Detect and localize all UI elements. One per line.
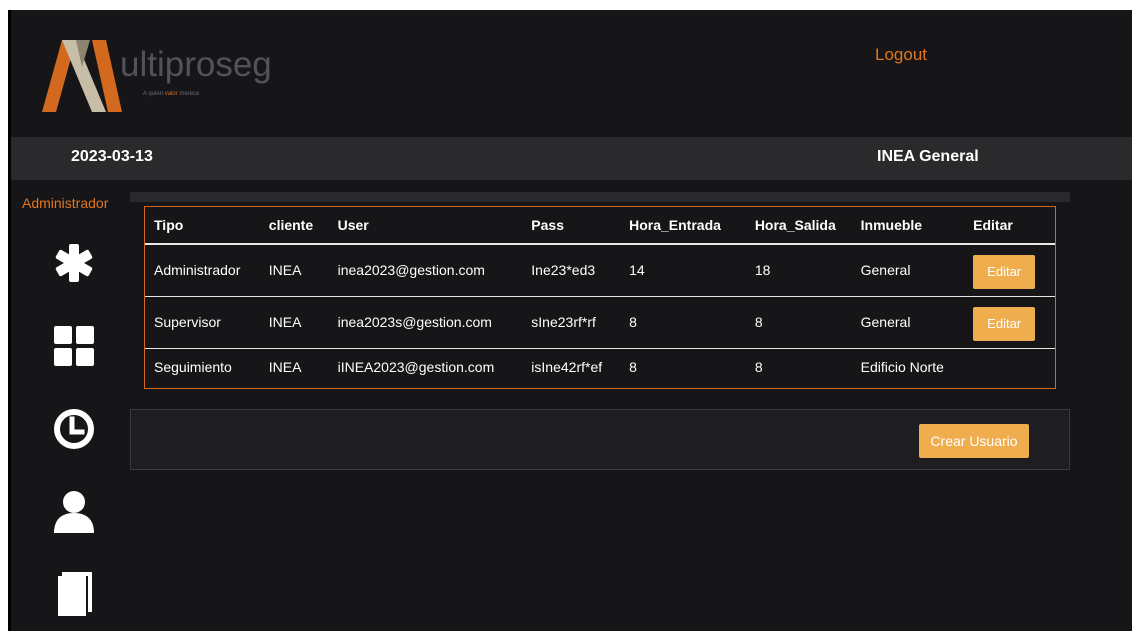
user-icon[interactable] — [52, 489, 96, 533]
logo-tagline: A quien valor merece — [143, 91, 200, 97]
cell-editar: Editar — [964, 296, 1055, 349]
content-top-strip — [130, 192, 1070, 202]
logo-wordmark: ultiproseg — [120, 45, 272, 84]
book-icon[interactable] — [52, 570, 96, 616]
table-row: Supervisor INEA inea2023s@gestion.com sI… — [145, 296, 1055, 349]
cell-pass: Ine23*ed3 — [522, 244, 621, 297]
cell-inmueble: Edificio Norte — [860, 359, 944, 376]
info-bar: 2023-03-13 INEA General — [11, 137, 1132, 180]
cell-hora-salida: 8 — [754, 359, 763, 376]
cell-hora-entrada: 8 — [620, 296, 746, 349]
cell-user: iINEA2023@gestion.com — [337, 359, 495, 376]
users-table-container: Tipo cliente User Pass Hora_Entrada Hora… — [144, 206, 1056, 389]
cell-hora-entrada: 8 — [629, 359, 637, 376]
column-header: cliente — [259, 207, 329, 245]
column-header: User — [328, 207, 523, 245]
column-header: Editar — [964, 207, 1055, 245]
cell-inmueble: General — [851, 296, 965, 349]
grid-icon[interactable] — [52, 324, 96, 368]
cell-pass: sIne23rf*rf — [522, 296, 621, 349]
cell-cliente: INEA — [259, 244, 329, 297]
create-user-button[interactable]: Crear Usuario — [919, 424, 1029, 458]
cell-editar: Editar — [964, 244, 1055, 297]
cell-pass: isIne42rf*ef — [531, 359, 603, 376]
edit-button[interactable]: Editar — [973, 307, 1036, 341]
column-header: Hora_Entrada — [620, 207, 746, 245]
column-header: Inmueble — [851, 207, 965, 245]
client-title: INEA General — [877, 148, 979, 165]
cell-editar — [964, 348, 1055, 386]
table-header-row: Tipo cliente User Pass Hora_Entrada Hora… — [145, 207, 1055, 245]
cell-cliente: INEA — [268, 359, 302, 376]
asterisk-icon[interactable] — [52, 241, 96, 285]
cell-inmueble: General — [851, 244, 965, 297]
column-header: Pass — [522, 207, 621, 245]
table-row: Seguimiento INEA iINEA2023@gestion.com i… — [145, 348, 1055, 386]
role-label: Administrador — [22, 195, 109, 211]
cell-tipo: Administrador — [145, 244, 260, 297]
users-table: Tipo cliente User Pass Hora_Entrada Hora… — [145, 207, 1055, 386]
logo-m-icon — [42, 40, 122, 112]
cell-hora-entrada: 14 — [620, 244, 746, 297]
cell-user: inea2023s@gestion.com — [328, 296, 523, 349]
clock-icon[interactable] — [52, 407, 96, 451]
column-header: Hora_Salida — [745, 207, 852, 245]
app-frame: ultiproseg A quien valor merece Logout 2… — [8, 10, 1132, 631]
cell-user: inea2023@gestion.com — [328, 244, 523, 297]
logout-link[interactable]: Logout — [875, 45, 927, 65]
cell-hora-salida: 8 — [745, 296, 852, 349]
column-header: Tipo — [145, 207, 260, 245]
current-date: 2023-03-13 — [71, 148, 153, 165]
cell-cliente: INEA — [259, 296, 329, 349]
cell-hora-salida: 18 — [745, 244, 852, 297]
cell-tipo: Seguimiento — [154, 359, 232, 376]
cell-tipo: Supervisor — [145, 296, 260, 349]
edit-button[interactable]: Editar — [973, 255, 1036, 290]
logo: ultiproseg A quien valor merece — [42, 37, 292, 112]
table-row: Administrador INEA inea2023@gestion.com … — [145, 244, 1055, 297]
actions-panel: Crear Usuario — [130, 409, 1070, 470]
